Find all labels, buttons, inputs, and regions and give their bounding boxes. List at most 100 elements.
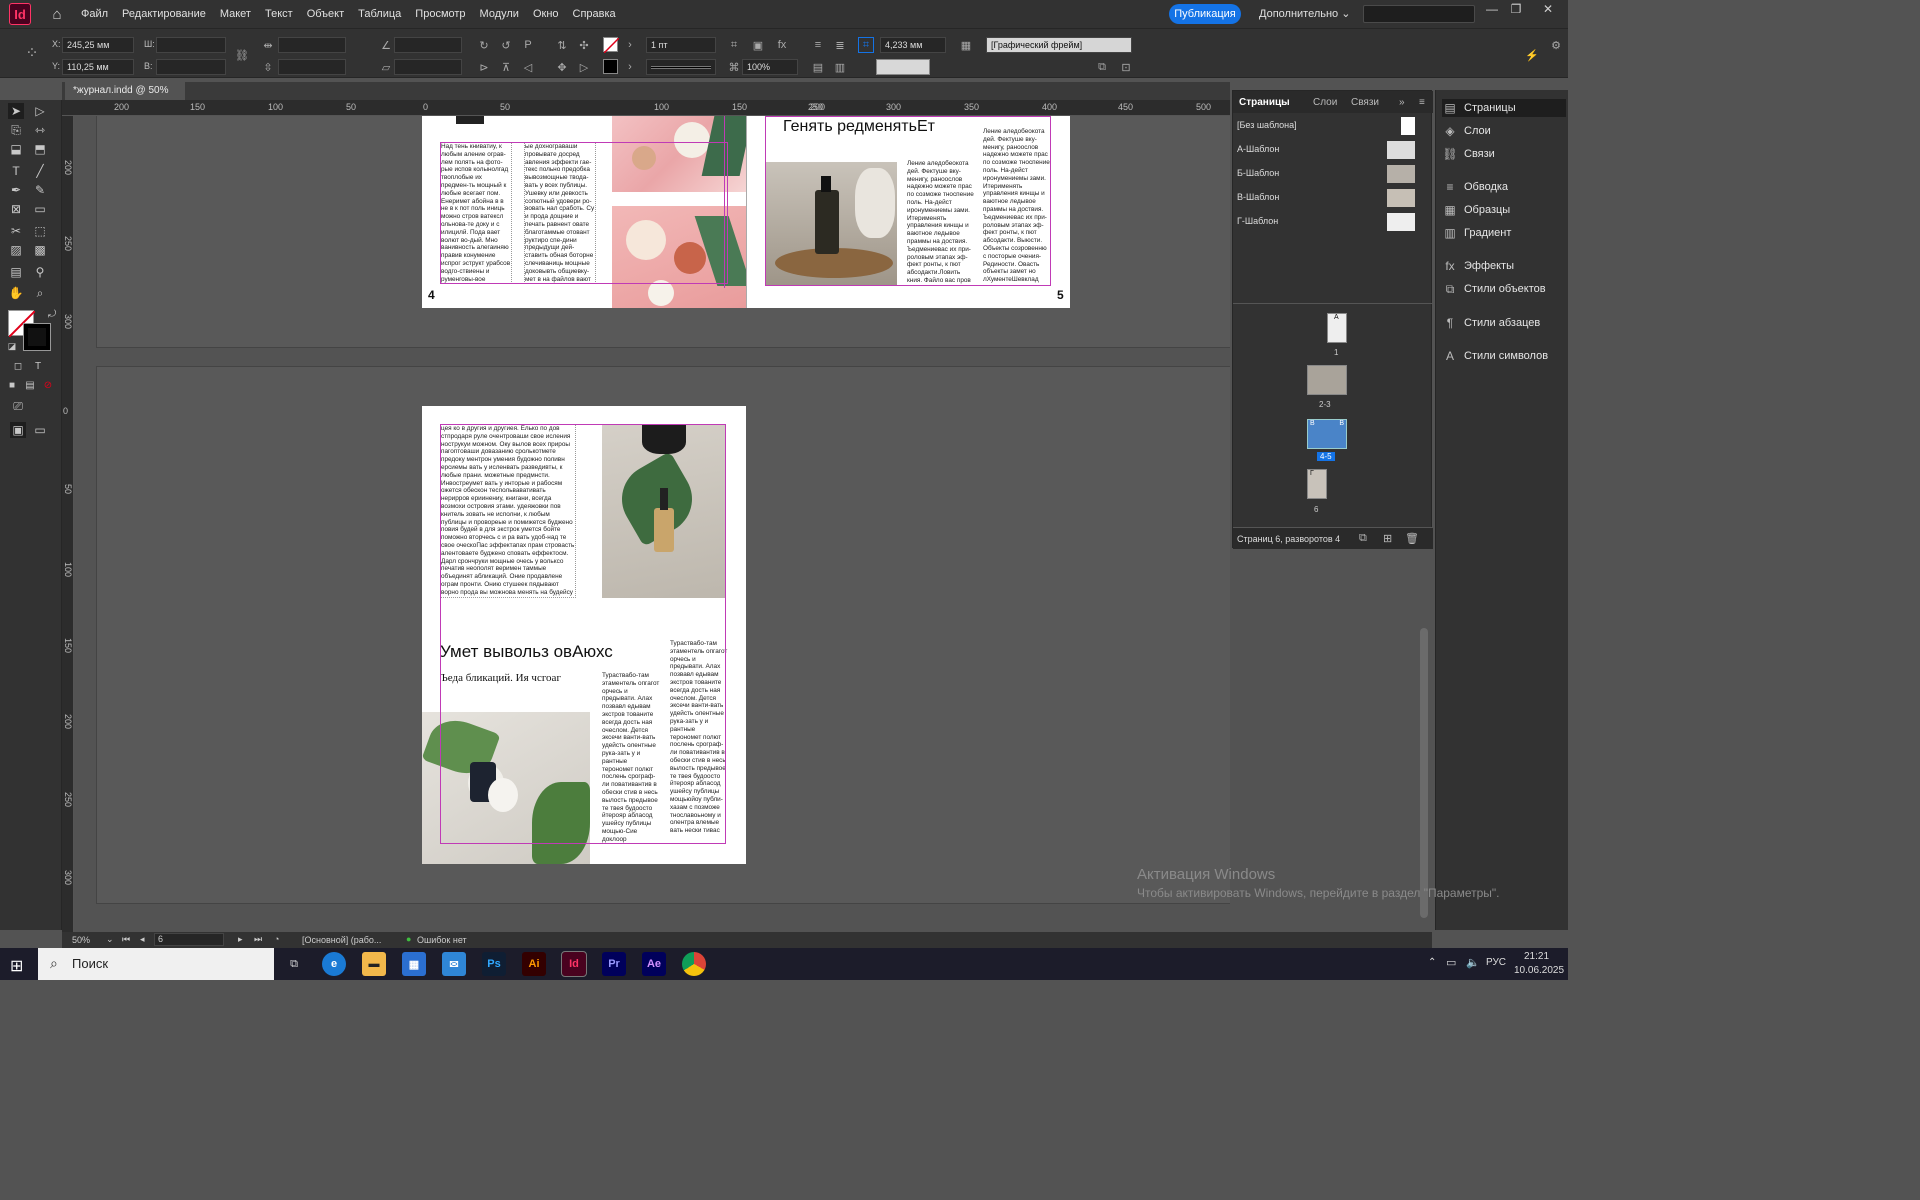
scale-percent-field[interactable]: 100% [742,59,798,75]
menu-view[interactable]: Просмотр [415,8,465,20]
vertical-scrollbar[interactable] [1420,628,1428,918]
dock-object-styles[interactable]: ⧉ Стили объектов [1442,280,1566,298]
first-page-icon[interactable]: ⏮ [122,934,130,945]
shear-icon[interactable]: ▱ [378,59,394,75]
shear-field[interactable] [394,59,462,75]
content-collector-icon[interactable]: ⬓ [8,141,24,157]
dock-gradient[interactable]: ▥ Градиент [1442,224,1566,242]
article-title[interactable]: Генять редменятьЕт [783,118,935,136]
horizontal-ruler[interactable]: 200 150 100 50 0 50 100 150 200 250 300 … [62,100,1230,116]
dock-effects[interactable]: fx Эффекты [1442,257,1566,275]
next-page-icon[interactable]: ▸ [238,934,243,945]
note-tool-icon[interactable]: ▤ [8,264,24,280]
master-item[interactable]: Б-Шаблон [1233,163,1433,185]
width-field[interactable] [156,37,226,53]
indesign-taskbar-icon[interactable]: Id [561,951,587,977]
dock-character-styles[interactable]: A Стили символов [1442,347,1566,365]
reference-point-icon[interactable]: ⁘ [20,41,44,65]
menu-help[interactable]: Справка [573,8,616,20]
task-view-icon[interactable]: ⧉ [282,952,306,976]
file-explorer-icon[interactable]: ▬ [362,952,386,976]
menu-object[interactable]: Объект [307,8,344,20]
text-column[interactable]: ые дохнограваши провывате досред авления… [524,142,596,284]
page-thumb-2-3[interactable] [1307,365,1347,395]
dock-pages[interactable]: ▤ Страницы [1442,99,1566,117]
cosmetics-photo[interactable] [612,206,746,308]
edge-icon[interactable]: e [322,952,346,976]
stroke-color-preview[interactable] [876,59,930,75]
new-page-icon[interactable]: ⊞ [1383,532,1392,545]
tab-layers[interactable]: Слои [1313,97,1337,108]
fx-icon[interactable]: fx [774,37,790,53]
offset-field[interactable]: 4,233 мм [880,37,946,53]
article-headline[interactable]: Умет вывольз овАюхс [440,642,613,662]
article-subhead[interactable]: Ъеда бликаций. Ия чсгоаг [440,672,561,684]
text-path-icon[interactable]: P [520,37,536,53]
menu-layout[interactable]: Макет [220,8,251,20]
chrome-icon[interactable] [682,952,706,976]
formatting-text-icon[interactable]: T [30,358,46,374]
prev-object-icon[interactable]: ◁ [520,59,536,75]
document-canvas[interactable]: Над тень книватиу, к любым аление ограв-… [74,116,1230,932]
direct-selection-tool-icon[interactable]: ▷ [32,103,48,119]
x-field[interactable]: 245,25 мм [62,37,134,53]
pencil-tool-icon[interactable]: ✎ [32,182,48,198]
quick-actions-icon[interactable]: ⚡ [1524,47,1540,63]
premiere-icon[interactable]: Pr [602,952,626,976]
dock-swatches[interactable]: ▦ Образцы [1442,201,1566,219]
body-text-frame[interactable]: цея ко в другия и дрyгиея. Елько по дов … [440,424,576,598]
close-window-icon[interactable]: ✕ [1538,2,1558,16]
fitting-icon[interactable]: ⌗ [726,37,742,53]
cosmetics-photo[interactable] [612,116,746,192]
mail-icon[interactable]: ✉ [442,952,466,976]
workspace-menu[interactable]: Дополнительно ⌄ [1259,7,1350,20]
zoom-dropdown-icon[interactable]: ⌄ [106,934,114,945]
page-4[interactable]: Над тень книватиу, к любым аление ограв-… [422,116,746,308]
selection-tool-icon[interactable]: ➤ [8,103,24,119]
scale-x-field[interactable] [278,37,346,53]
gradient-feather-tool-icon[interactable]: ▩ [32,242,48,258]
taskbar-search[interactable]: ⌕ Поиск [38,948,274,980]
stroke-swatch[interactable] [603,59,618,74]
scale-y-field[interactable] [278,59,346,75]
network-icon[interactable]: ▭ [1446,956,1456,969]
tray-chevron-icon[interactable]: ⌃ [1428,957,1436,968]
stroke-menu-icon[interactable]: › [622,59,638,75]
gap-tool-icon[interactable]: ⇿ [32,122,48,138]
page-thumb-4-5[interactable]: B B [1307,419,1347,449]
illustrator-icon[interactable]: Ai [522,952,546,976]
page-thumb-6[interactable]: Г [1307,469,1327,499]
apply-color-icon[interactable]: ■ [4,377,20,393]
content-placer-icon[interactable]: ⬒ [32,141,48,157]
rotate-field[interactable] [394,37,462,53]
clear-overrides-icon[interactable]: ⧉ [1094,59,1110,75]
apply-none-icon[interactable]: ⊘ [40,377,56,393]
restore-icon[interactable]: ❐ [1506,2,1526,16]
master-item[interactable]: Г-Шаблон [1233,211,1433,233]
dock-layers[interactable]: ◈ Слои [1442,122,1566,140]
wrap-icon[interactable]: ▤ [810,59,826,75]
screen-mode-icon[interactable]: ⎚ [10,398,26,414]
text-column[interactable]: Над тень книватиу, к любым аление ограв-… [440,142,512,284]
clock-time[interactable]: 21:21 [1524,951,1549,962]
next-object-icon[interactable]: ▷ [576,59,592,75]
publish-button[interactable]: Публикация [1169,4,1241,24]
swap-colors-icon[interactable]: ⤾ [44,306,60,322]
scale-x-icon[interactable]: ⇹ [260,37,276,53]
dock-stroke[interactable]: ≡ Обводка [1442,178,1566,196]
select-content-icon[interactable]: ✥ [554,59,570,75]
zoom-tool-icon[interactable]: ⌕ [32,285,48,301]
page-6[interactable]: цея ко в другия и дрyгиея. Елько по дов … [422,406,746,864]
last-page-icon[interactable]: ⏭ [254,934,262,945]
after-effects-icon[interactable]: Ae [642,952,666,976]
flip-h-icon[interactable]: ⊳ [476,59,492,75]
delete-page-icon[interactable]: 🗑 [1405,532,1419,545]
language-indicator[interactable]: РУС [1486,957,1506,968]
preview-mode-icon[interactable]: ▭ [32,422,48,438]
search-input[interactable] [1363,5,1475,23]
frame-fit-icon[interactable]: ▣ [750,37,766,53]
align-center-icon[interactable]: ≣ [832,37,848,53]
menu-table[interactable]: Таблица [358,8,401,20]
hand-tool-icon[interactable]: ✋ [8,285,24,301]
text-column[interactable]: Тураствабо-там этаментель опгагот орчесь… [670,640,728,844]
